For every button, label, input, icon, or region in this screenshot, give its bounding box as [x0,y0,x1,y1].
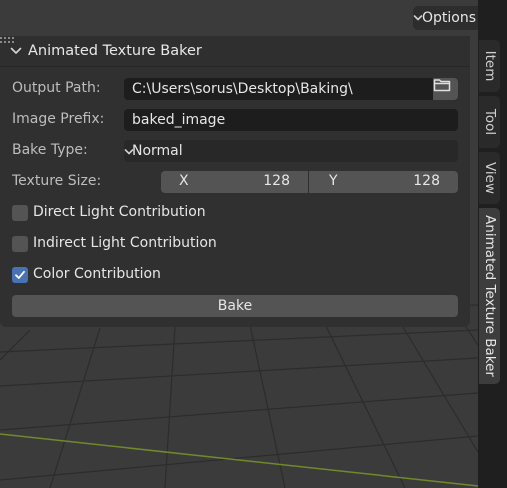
3d-viewport[interactable]: Options Animated Texture Baker Output Pa… [0,0,478,488]
x-value: 128 [263,173,290,189]
tab-view-label: View [481,161,498,195]
tab-item[interactable]: Item [479,40,500,92]
direct-light-label: Direct Light Contribution [33,204,206,220]
texture-size-x-field[interactable]: X 128 [161,171,308,193]
folder-icon [433,79,451,92]
texture-size-row: Texture Size: X 128 Y 128 [12,171,458,193]
folder-browse-button[interactable] [433,78,458,100]
panel-title: Animated Texture Baker [28,43,202,59]
indirect-light-checkbox[interactable] [12,236,28,252]
sidebar-tab-bar: Item Tool View Animated Texture Baker [478,0,507,488]
panel-header[interactable]: Animated Texture Baker [0,36,470,67]
chevron-down-icon [413,15,423,21]
indirect-light-checkbox-row[interactable]: Indirect Light Contribution [12,235,312,253]
image-prefix-field[interactable]: baked_image [124,109,458,131]
output-path-row: Output Path: C:\Users\sorus\Desktop\Baki… [12,78,458,100]
options-label: Options [422,10,477,26]
color-contribution-label: Color Contribution [33,266,161,282]
texture-size-label: Texture Size: [12,173,102,189]
collapse-chevron-icon[interactable] [10,46,22,56]
bake-button[interactable]: Bake [12,295,458,317]
texture-size-y-field[interactable]: Y 128 [309,171,458,193]
tab-tool[interactable]: Tool [479,96,500,148]
chevron-down-icon [124,149,134,155]
tab-view[interactable]: View [479,152,500,204]
x-axis-line [0,433,478,487]
output-path-field[interactable]: C:\Users\sorus\Desktop\Baking\ [124,78,433,100]
tab-tool-label: Tool [481,108,498,136]
bake-type-value: Normal [132,143,183,159]
indirect-light-label: Indirect Light Contribution [33,235,217,251]
tab-animated-texture-baker[interactable]: Animated Texture Baker [479,208,500,384]
direct-light-checkbox[interactable] [12,205,28,221]
checkmark-icon [15,270,25,279]
x-axis-label: X [179,173,189,189]
color-contribution-checkbox[interactable] [12,267,28,283]
y-value: 128 [413,173,440,189]
y-axis-label: Y [329,173,338,189]
bake-type-label: Bake Type: [12,142,88,158]
image-prefix-row: Image Prefix: baked_image [12,109,458,131]
bake-type-row: Bake Type: Normal [12,140,458,162]
tab-item-label: Item [481,50,498,82]
tab-animated-texture-baker-label: Animated Texture Baker [481,215,498,377]
bake-type-dropdown[interactable]: Normal [124,140,458,162]
animated-texture-baker-panel: Animated Texture Baker Output Path: C:\U… [0,36,470,327]
output-path-label: Output Path: [12,80,101,96]
color-contribution-checkbox-row[interactable]: Color Contribution [12,266,312,284]
drag-handle-icon[interactable] [0,36,16,44]
options-dropdown[interactable]: Options [413,6,478,30]
direct-light-checkbox-row[interactable]: Direct Light Contribution [12,204,312,222]
image-prefix-label: Image Prefix: [12,111,105,127]
